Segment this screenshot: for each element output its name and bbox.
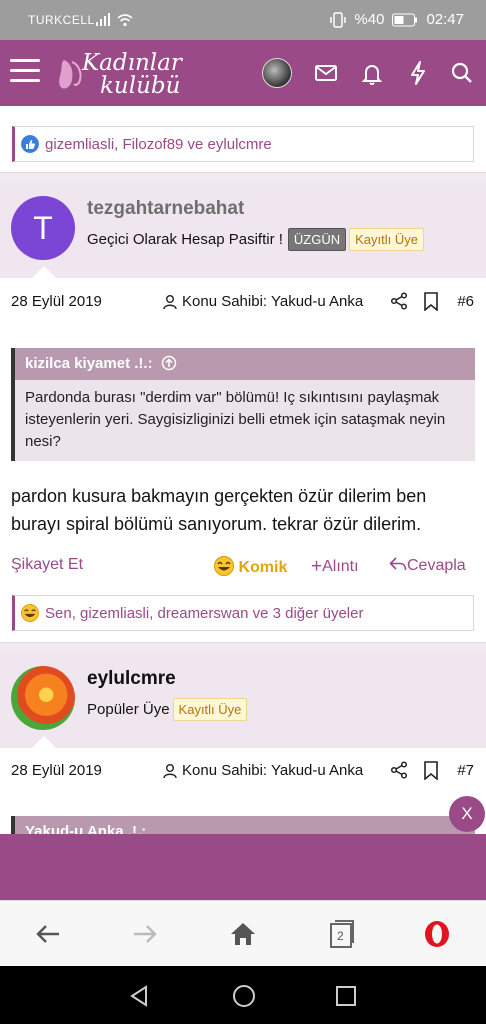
share-icon[interactable] xyxy=(390,292,408,310)
tabs-button[interactable]: 2 xyxy=(327,919,357,949)
reply-button-label: Cevapla xyxy=(407,557,466,574)
quote-block: Yakud-u Anka .!.: xyxy=(11,816,475,834)
site-logo[interactable]: Kadınlar kulübü xyxy=(52,48,192,100)
laugh-emoji-icon xyxy=(214,556,234,576)
user-title: Geçici Olarak Hesap Pasiftir ! xyxy=(87,231,283,248)
bookmark-icon[interactable] xyxy=(423,761,439,780)
quote-header[interactable]: kizilca kiyamet .!.: xyxy=(15,348,475,380)
share-icon[interactable] xyxy=(390,761,408,779)
post-body: pardon kusura bakmayın gerçekten özür di… xyxy=(11,486,427,534)
user-avatar[interactable] xyxy=(262,58,292,88)
username[interactable]: eylulcmre xyxy=(87,668,176,690)
quote-author: Yakud-u Anka .!.: xyxy=(25,823,147,834)
user-icon xyxy=(163,763,177,778)
user-avatar[interactable] xyxy=(11,666,75,730)
post-date[interactable]: 28 Eylül 2019 xyxy=(11,293,102,310)
forward-icon[interactable] xyxy=(130,919,160,949)
clock: 02:47 xyxy=(426,11,464,28)
close-ad-button[interactable]: X xyxy=(449,796,485,832)
post-number[interactable]: #6 xyxy=(457,293,474,310)
battery-percent: %40 xyxy=(354,11,385,28)
system-navigation-bar xyxy=(0,966,486,1024)
bookmark-icon[interactable] xyxy=(423,292,439,311)
user-block-notch xyxy=(32,736,56,748)
user-title-row: Popüler Üye Kayıtlı Üye xyxy=(87,698,248,721)
post-number[interactable]: #7 xyxy=(457,762,474,779)
member-badge: Kayıtlı Üye xyxy=(349,228,424,251)
post-user-block: T tezgahtarnebahat Geçici Olarak Hesap P… xyxy=(0,182,486,278)
thread-owner-label: Konu Sahibi: Yakud-u Anka xyxy=(182,762,364,779)
bolt-icon[interactable] xyxy=(404,59,432,87)
post-actions: Şikayet Et Komik +Alıntı Cevapla xyxy=(0,554,486,580)
system-back-icon[interactable] xyxy=(128,984,152,1008)
reply-button[interactable]: Cevapla xyxy=(389,556,466,575)
logo-text-line2: kulübü xyxy=(100,73,181,99)
user-title: Popüler Üye xyxy=(87,701,170,718)
home-icon[interactable] xyxy=(228,919,258,949)
reaction-summary[interactable]: Sen, gizemliasli, dreamerswan ve 3 diğer… xyxy=(12,595,474,631)
quote-button[interactable]: +Alıntı xyxy=(311,556,359,578)
reaction-label: Komik xyxy=(238,559,288,576)
post-meta: 28 Eylül 2019 Konu Sahibi: Yakud-u Anka … xyxy=(0,751,486,791)
reply-icon xyxy=(389,557,407,571)
status-bar: TURKCELL %40 02:47 xyxy=(0,0,486,40)
search-icon[interactable] xyxy=(448,59,476,87)
quote-block: kizilca kiyamet .!.: Pardonda burası "de… xyxy=(11,348,475,461)
post-meta: 28 Eylül 2019 Konu Sahibi: Yakud-u Anka … xyxy=(0,282,486,322)
quote-button-label: Alıntı xyxy=(322,558,359,575)
signal-wifi-icon xyxy=(96,13,133,27)
back-icon[interactable] xyxy=(33,919,63,949)
user-avatar[interactable]: T xyxy=(11,196,75,260)
post-date[interactable]: 28 Eylül 2019 xyxy=(11,762,102,779)
system-home-icon[interactable] xyxy=(231,983,257,1009)
post-separator xyxy=(0,172,486,182)
user-icon xyxy=(163,294,177,309)
arrow-up-circle-icon[interactable] xyxy=(161,355,177,371)
carrier-label: TURKCELL xyxy=(28,13,95,27)
app-header: Kadınlar kulübü xyxy=(0,40,486,106)
ad-banner[interactable] xyxy=(0,834,486,900)
username[interactable]: tezgahtarnebahat xyxy=(87,198,244,220)
thread-content: gizemliasli, Filozof89 ve eylulcmre T te… xyxy=(0,106,486,834)
thread-owner: Konu Sahibi: Yakud-u Anka xyxy=(162,762,363,779)
plus-icon: + xyxy=(311,556,323,577)
user-block-notch xyxy=(32,266,56,278)
like-icon xyxy=(21,135,39,153)
opera-menu-icon[interactable] xyxy=(422,919,452,949)
user-title-row: Geçici Olarak Hesap Pasiftir ! ÜZGÜN Kayıt… xyxy=(87,228,424,251)
reaction-users: gizemliasli, Filozof89 ve eylulcmre xyxy=(45,135,272,153)
system-recents-icon[interactable] xyxy=(335,985,357,1007)
vibrate-icon xyxy=(330,11,347,28)
post-separator xyxy=(0,642,486,652)
thread-owner: Konu Sahibi: Yakud-u Anka xyxy=(162,293,363,310)
member-badge: Kayıtlı Üye xyxy=(172,698,248,721)
reaction-users: Sen, gizemliasli, dreamerswan ve 3 diğer… xyxy=(45,604,364,622)
menu-icon[interactable] xyxy=(10,59,40,85)
laugh-emoji-icon xyxy=(21,604,39,622)
post-user-block: eylulcmre Popüler Üye Kayıtlı Üye xyxy=(0,652,486,748)
thread-owner-label: Konu Sahibi: Yakud-u Anka xyxy=(182,293,364,310)
reaction-button[interactable]: Komik xyxy=(214,556,287,577)
browser-toolbar: 2 xyxy=(0,900,486,966)
report-button[interactable]: Şikayet Et xyxy=(11,556,83,574)
mood-badge: ÜZGÜN xyxy=(287,228,347,251)
bell-icon[interactable] xyxy=(358,59,386,87)
mail-icon[interactable] xyxy=(312,59,340,87)
battery-icon xyxy=(392,13,418,26)
quote-author: kizilca kiyamet .!.: xyxy=(25,355,153,372)
reaction-summary[interactable]: gizemliasli, Filozof89 ve eylulcmre xyxy=(12,126,474,162)
quote-text: Pardonda burası "derdim var" bölümü! Iç … xyxy=(15,380,475,461)
quote-header[interactable]: Yakud-u Anka .!.: xyxy=(15,816,475,834)
tabs-count: 2 xyxy=(337,929,344,943)
